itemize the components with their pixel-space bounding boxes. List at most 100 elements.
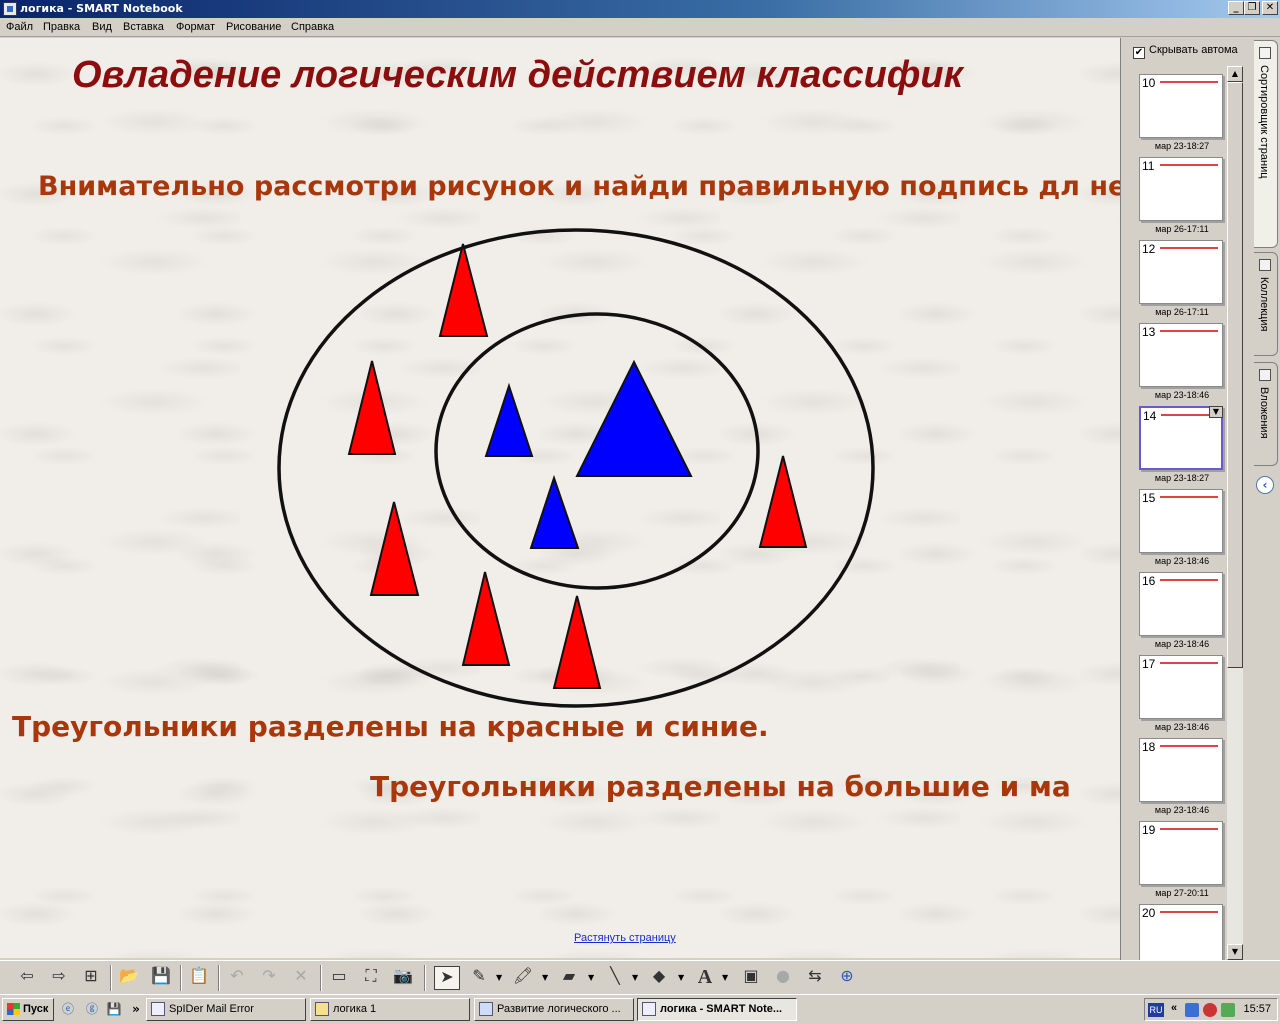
- scroll-up-arrow-icon[interactable]: ▲: [1227, 66, 1243, 82]
- red-triangle[interactable]: [438, 243, 489, 337]
- menu-help[interactable]: Справка: [291, 21, 334, 33]
- taskbar-button[interactable]: логика - SMART Note...: [637, 998, 797, 1021]
- answer-option-color[interactable]: Треугольники разделены на красные и сини…: [12, 710, 769, 743]
- fullscreen-icon[interactable]: ⛶: [358, 966, 384, 990]
- open-icon[interactable]: 📂: [116, 966, 142, 990]
- chevron-down-icon[interactable]: ▼: [678, 973, 684, 982]
- browser-icon[interactable]: ⓖ: [84, 1001, 100, 1017]
- network-icon[interactable]: [1185, 1003, 1199, 1017]
- autohide-label: Скрывать автома: [1149, 44, 1238, 56]
- page-thumbnail[interactable]: 15: [1139, 489, 1223, 553]
- toolbar-separator: [180, 965, 182, 991]
- line-icon[interactable]: ╲: [602, 966, 628, 990]
- fill-icon[interactable]: ▣: [738, 966, 764, 990]
- scrollbar-thumb[interactable]: [1227, 82, 1243, 668]
- chevron-down-icon[interactable]: ▼: [496, 973, 502, 982]
- tab-page-sorter[interactable]: Сортировщик страниц: [1254, 40, 1278, 248]
- page-thumbnail[interactable]: 11: [1139, 157, 1223, 221]
- red-triangle[interactable]: [461, 571, 511, 666]
- stretch-page-link[interactable]: Растянуть страницу: [574, 932, 676, 944]
- page-number: 13: [1142, 325, 1156, 339]
- shapes-icon[interactable]: ◆: [646, 966, 672, 990]
- notebook-page-canvas[interactable]: Овладение логическим действием классифик…: [0, 38, 1120, 958]
- chevron-down-icon[interactable]: ▼: [632, 973, 638, 982]
- properties-icon[interactable]: ●: [770, 966, 796, 990]
- page-sorter-scrollbar[interactable]: ▲ ▼: [1227, 66, 1243, 960]
- red-triangle[interactable]: [369, 501, 420, 596]
- add-page-icon[interactable]: ⊞: [78, 966, 104, 990]
- page-thumbnail[interactable]: 20: [1139, 904, 1223, 968]
- pen-icon[interactable]: ✎: [466, 966, 492, 990]
- chevron-down-icon[interactable]: ▼: [542, 973, 548, 982]
- language-indicator[interactable]: RU: [1148, 1003, 1164, 1017]
- close-button[interactable]: ✕: [1262, 1, 1278, 15]
- page-number: 18: [1142, 740, 1156, 754]
- restore-button[interactable]: ❐: [1244, 1, 1260, 15]
- blue-triangle-large[interactable]: [575, 359, 693, 477]
- page-date: мар 27-20:11: [1155, 888, 1209, 898]
- page-thumbnail[interactable]: 16: [1139, 572, 1223, 636]
- menu-format[interactable]: Формат: [176, 21, 215, 33]
- tray-app-icon[interactable]: [1221, 1003, 1235, 1017]
- taskbar-button[interactable]: Развитие логического ...: [474, 998, 634, 1021]
- page-number: 12: [1142, 242, 1156, 256]
- forward-icon[interactable]: ⇨: [46, 966, 72, 990]
- answer-option-size[interactable]: Треугольники разделены на большие и ма: [370, 770, 1071, 803]
- back-icon[interactable]: ⇦: [14, 966, 40, 990]
- checkbox-check-icon[interactable]: ✔: [1133, 47, 1145, 59]
- menu-file[interactable]: Файл: [6, 21, 33, 33]
- red-triangle[interactable]: [552, 595, 602, 689]
- capture-icon[interactable]: 📷: [390, 966, 416, 990]
- quicklaunch-save-icon[interactable]: 💾: [106, 1001, 122, 1017]
- chevron-down-icon[interactable]: ▼: [722, 973, 728, 982]
- page-thumbnail[interactable]: 18: [1139, 738, 1223, 802]
- collapse-panel-icon[interactable]: ‹: [1256, 476, 1274, 494]
- start-label: Пуск: [23, 1003, 49, 1015]
- thumbnail-preview: [1160, 81, 1218, 83]
- eraser-icon[interactable]: ▰: [556, 966, 582, 990]
- blue-triangle-small[interactable]: [529, 474, 580, 549]
- scroll-down-arrow-icon[interactable]: ▼: [1227, 944, 1243, 960]
- page-thumbnail[interactable]: 13: [1139, 323, 1223, 387]
- toolbar-separator: [424, 965, 426, 991]
- undo-icon[interactable]: ↶: [224, 966, 250, 990]
- page-thumbnail[interactable]: 14 ▼: [1139, 406, 1223, 470]
- minimize-button[interactable]: _: [1228, 1, 1244, 15]
- chevron-down-icon[interactable]: ▼: [588, 973, 594, 982]
- page-thumbnail[interactable]: 17: [1139, 655, 1223, 719]
- page-date: мар 23-18:46: [1154, 639, 1210, 649]
- screen-shade-icon[interactable]: ▭: [326, 966, 352, 990]
- internet-explorer-icon[interactable]: ⓔ: [60, 1001, 76, 1017]
- page-thumbnail[interactable]: 12: [1139, 240, 1223, 304]
- move-toolbar-icon[interactable]: ⇆: [802, 966, 828, 990]
- page-menu-arrow-icon[interactable]: ▼: [1209, 406, 1223, 418]
- quicklaunch-more-icon[interactable]: »: [128, 1001, 144, 1017]
- red-triangle[interactable]: [347, 360, 397, 455]
- tab-attachments[interactable]: Вложения: [1254, 362, 1278, 466]
- tab-gallery[interactable]: Коллекция: [1254, 252, 1278, 356]
- menu-edit[interactable]: Правка: [43, 21, 80, 33]
- highlighter-icon[interactable]: 🖍: [510, 966, 536, 990]
- menu-view[interactable]: Вид: [92, 21, 112, 33]
- toolbar-separator: [320, 965, 322, 991]
- red-triangle[interactable]: [758, 455, 808, 548]
- text-icon[interactable]: A: [692, 966, 718, 990]
- page-thumbnail[interactable]: 19: [1139, 821, 1223, 885]
- tray-expand-icon[interactable]: «: [1171, 1002, 1177, 1014]
- menu-insert[interactable]: Вставка: [123, 21, 164, 33]
- antivirus-icon[interactable]: [1203, 1003, 1217, 1017]
- smart-notebook-app-icon[interactable]: [3, 2, 17, 16]
- save-icon[interactable]: 💾: [148, 966, 174, 990]
- help-icon[interactable]: ⊕: [834, 966, 860, 990]
- start-button[interactable]: Пуск: [2, 998, 54, 1021]
- taskbar-button[interactable]: SpIDer Mail Error: [146, 998, 306, 1021]
- autohide-checkbox[interactable]: ✔ Скрывать автома: [1133, 44, 1253, 59]
- menu-draw[interactable]: Рисование: [226, 21, 281, 33]
- redo-icon[interactable]: ↷: [256, 966, 282, 990]
- page-thumbnail[interactable]: 10: [1139, 74, 1223, 138]
- delete-icon[interactable]: ✕: [288, 966, 314, 990]
- paste-icon[interactable]: 📋: [186, 966, 212, 990]
- taskbar-button[interactable]: логика 1: [310, 998, 470, 1021]
- select-icon[interactable]: ➤: [434, 966, 460, 990]
- blue-triangle-small[interactable]: [484, 382, 534, 457]
